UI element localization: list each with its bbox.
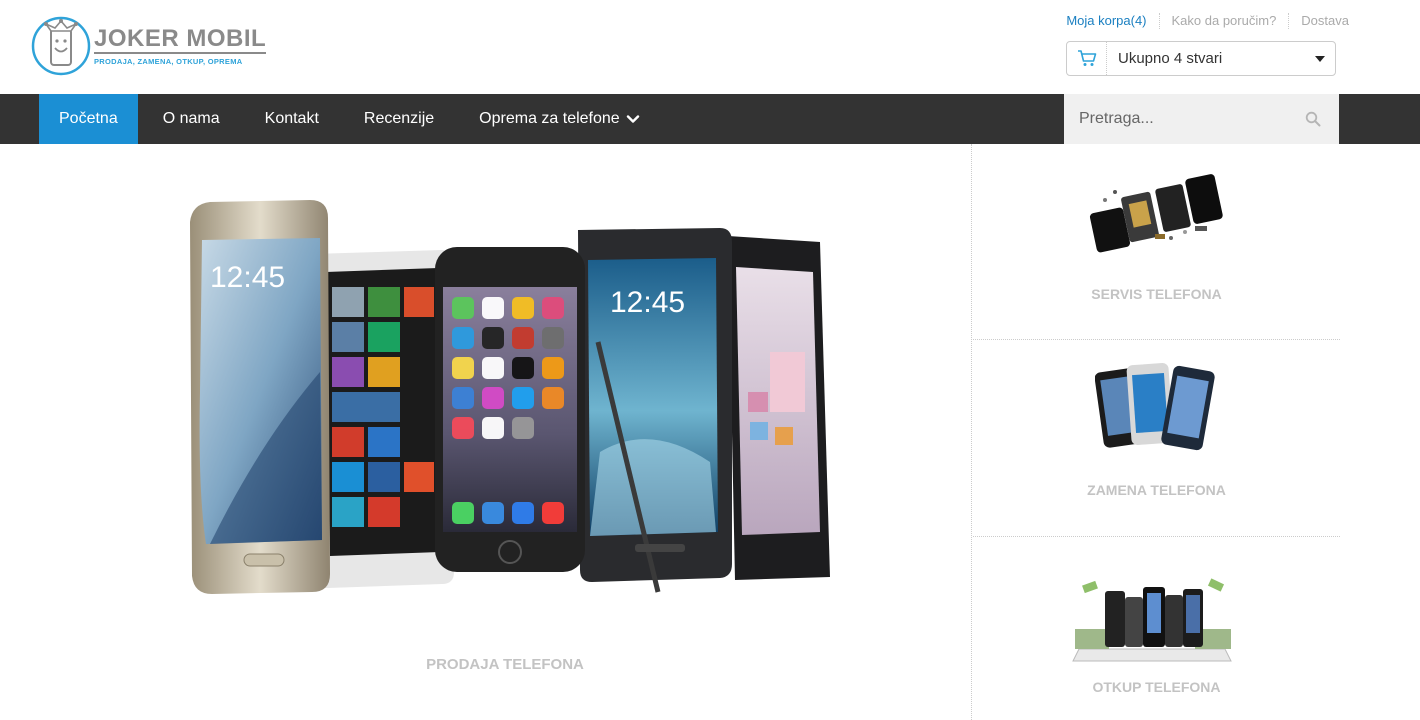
services-sidebar: SERVIS TELEFONA ZAMENA TELEFONA OTKUP TE… xyxy=(973,144,1340,720)
my-cart-link[interactable]: Moja korpa(4) xyxy=(1066,13,1158,29)
phone-iphone-6 xyxy=(435,247,585,572)
phone-galaxy-s6-edge: 12:45 xyxy=(190,200,330,594)
logo-tagline: PRODAJA, ZAMENA, OTKUP, OPREMA xyxy=(94,57,243,66)
phones-money-image xyxy=(1072,578,1232,662)
service-caption-repair: SERVIS TELEFONA xyxy=(1091,286,1222,302)
service-card-buyback[interactable]: OTKUP TELEFONA xyxy=(973,537,1340,720)
phone-clock-text: 12:45 xyxy=(610,286,685,319)
caret-down-icon xyxy=(1315,55,1325,62)
nav-label: Recenzije xyxy=(363,110,435,127)
nav-label: Početna xyxy=(59,110,118,127)
logo-text: JOKER MOBIL PRODAJA, ZAMENA, OTKUP, OPRE… xyxy=(94,25,267,66)
nav-label: Oprema za telefone xyxy=(479,110,620,127)
phone-lumia xyxy=(312,250,454,588)
phone-clock-text: 12:45 xyxy=(210,261,285,294)
search-icon[interactable] xyxy=(1305,111,1321,127)
joker-logo-icon xyxy=(31,16,91,76)
hero-caption[interactable]: PRODAJA TELEFONA xyxy=(0,656,1010,673)
search-input[interactable] xyxy=(1064,94,1284,144)
main-content: 12:45 12:45 PRODAJA TELEFONA xyxy=(0,144,972,720)
phones-hero-image[interactable]: 12:45 12:45 xyxy=(180,192,835,602)
nav-item-about[interactable]: O nama xyxy=(138,94,242,144)
service-caption-exchange: ZAMENA TELEFONA xyxy=(1087,482,1226,498)
phone-galaxy-note-edge: 12:45 xyxy=(578,228,732,593)
top-links: Moja korpa(4) Kako da poručim? Dostava xyxy=(1066,13,1349,29)
service-caption-buyback: OTKUP TELEFONA xyxy=(1092,679,1221,695)
phones-exchange-image xyxy=(1095,363,1215,451)
cart-dropdown[interactable]: Ukupno 4 stvari xyxy=(1066,41,1336,76)
search-box xyxy=(1064,94,1339,144)
main-nav: Početna O nama Kontakt Recenzije Oprema … xyxy=(0,94,1420,144)
logo-name: JOKER MOBIL xyxy=(94,25,267,54)
how-to-order-link[interactable]: Kako da poručim? xyxy=(1158,13,1289,29)
cart-summary: Ukupno 4 stvari xyxy=(1118,50,1223,67)
service-card-repair[interactable]: SERVIS TELEFONA xyxy=(973,144,1340,340)
site-header: JOKER MOBIL PRODAJA, ZAMENA, OTKUP, OPRE… xyxy=(0,0,1420,94)
disassembled-phone-image xyxy=(1089,174,1223,253)
cart-icon xyxy=(1067,42,1107,75)
nav-label: O nama xyxy=(162,110,220,127)
nav-item-reviews[interactable]: Recenzije xyxy=(341,94,456,144)
nav-label: Kontakt xyxy=(264,110,319,127)
service-card-exchange[interactable]: ZAMENA TELEFONA xyxy=(973,340,1340,537)
site-logo[interactable]: JOKER MOBIL PRODAJA, ZAMENA, OTKUP, OPRE… xyxy=(30,15,270,77)
delivery-link[interactable]: Dostava xyxy=(1288,13,1349,29)
nav-item-phone-accessories[interactable]: Oprema za telefone xyxy=(456,94,640,144)
phone-huawei xyxy=(728,236,830,580)
nav-item-home[interactable]: Početna xyxy=(39,94,138,144)
chevron-down-icon xyxy=(626,115,639,123)
nav-item-contact[interactable]: Kontakt xyxy=(242,94,341,144)
